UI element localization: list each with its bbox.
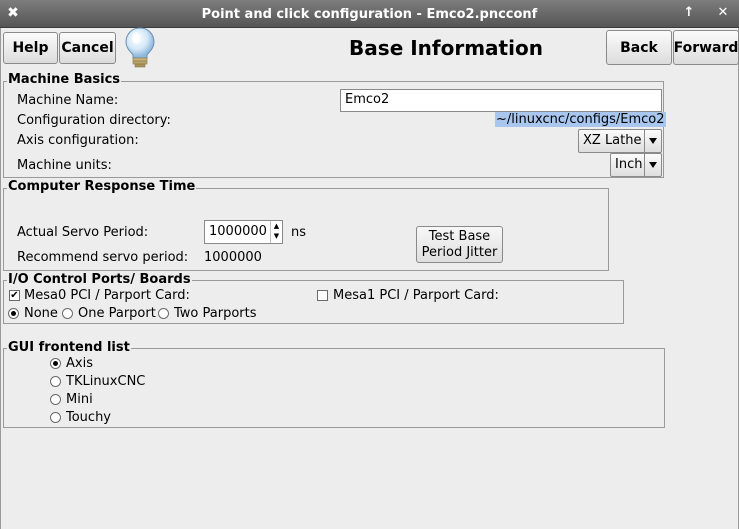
mesa0-label: Mesa0 PCI / Parport Card:	[24, 288, 190, 303]
main-window: Help Cancel Base Information Back Forwar…	[0, 26, 739, 529]
parport-two-radio[interactable]	[158, 308, 169, 319]
page-title: Base Information	[349, 36, 543, 60]
mesa1-label: Mesa1 PCI / Parport Card:	[333, 288, 499, 303]
maximize-icon[interactable]: ↑	[682, 6, 696, 20]
servo-period-label: Actual Servo Period:	[17, 225, 149, 240]
parport-none-radio[interactable]	[8, 308, 19, 319]
window-title: Point and click configuration - Emco2.pn…	[201, 7, 538, 22]
machine-units-select[interactable]: Inch	[610, 153, 662, 177]
machine-name-label: Machine Name:	[17, 93, 119, 108]
io-ports-title: I/O Control Ports/ Boards	[7, 272, 192, 287]
servo-period-value: 1000000	[209, 224, 267, 239]
axis-config-value: XZ Lathe	[583, 133, 642, 148]
test-button-line1: Test Base	[428, 228, 491, 244]
spin-arrows-icon[interactable]: ▲ ▼	[270, 221, 282, 243]
gui-touchy-radio[interactable]	[50, 412, 61, 423]
machine-basics-title: Machine Basics	[7, 72, 122, 87]
axis-config-select[interactable]: XZ Lathe	[578, 129, 662, 153]
gui-touchy-label: Touchy	[66, 410, 112, 425]
test-button-line2: Period Jitter	[421, 244, 498, 260]
lightbulb-icon	[123, 26, 157, 70]
chevron-down-icon	[644, 154, 661, 176]
servo-period-spinner[interactable]: 1000000 ▲ ▼	[204, 220, 283, 244]
recommend-servo-value: 1000000	[204, 250, 262, 265]
gui-axis-label: Axis	[66, 356, 93, 371]
forward-button[interactable]: Forward	[673, 30, 739, 65]
parport-one-radio[interactable]	[62, 308, 73, 319]
gui-axis-radio[interactable]	[50, 358, 61, 369]
close-icon[interactable]: ✕	[716, 6, 730, 20]
machine-units-value: Inch	[615, 157, 643, 172]
config-dir-label: Configuration directory:	[17, 113, 171, 128]
chevron-down-icon	[644, 130, 661, 152]
mesa0-checkbox[interactable]: ✔	[9, 290, 20, 301]
axis-config-label: Axis configuration:	[17, 133, 139, 148]
machine-name-field[interactable]: Emco2	[340, 89, 662, 112]
gui-frontend-title: GUI frontend list	[7, 340, 131, 355]
parport-none-label: None	[24, 306, 58, 321]
recommend-servo-label: Recommend servo period:	[17, 250, 189, 265]
gui-mini-label: Mini	[66, 392, 93, 407]
parport-one-label: One Parport	[78, 306, 156, 321]
config-dir-value: ~/linuxcnc/configs/Emco2	[495, 112, 666, 127]
servo-unit-label: ns	[291, 225, 307, 240]
response-time-title: Computer Response Time	[7, 179, 197, 194]
gui-mini-radio[interactable]	[50, 394, 61, 405]
help-button[interactable]: Help	[3, 32, 58, 64]
cancel-button[interactable]: Cancel	[59, 32, 116, 64]
test-base-period-button[interactable]: Test Base Period Jitter	[416, 226, 503, 263]
parport-two-label: Two Parports	[174, 306, 257, 321]
gui-tklinuxcnc-radio[interactable]	[50, 376, 61, 387]
back-button[interactable]: Back	[606, 30, 672, 65]
title-bar: ✖ Point and click configuration - Emco2.…	[0, 0, 739, 28]
gui-tklinuxcnc-label: TKLinuxCNC	[66, 374, 146, 389]
mesa1-checkbox[interactable]	[317, 290, 328, 301]
machine-units-label: Machine units:	[17, 158, 112, 173]
